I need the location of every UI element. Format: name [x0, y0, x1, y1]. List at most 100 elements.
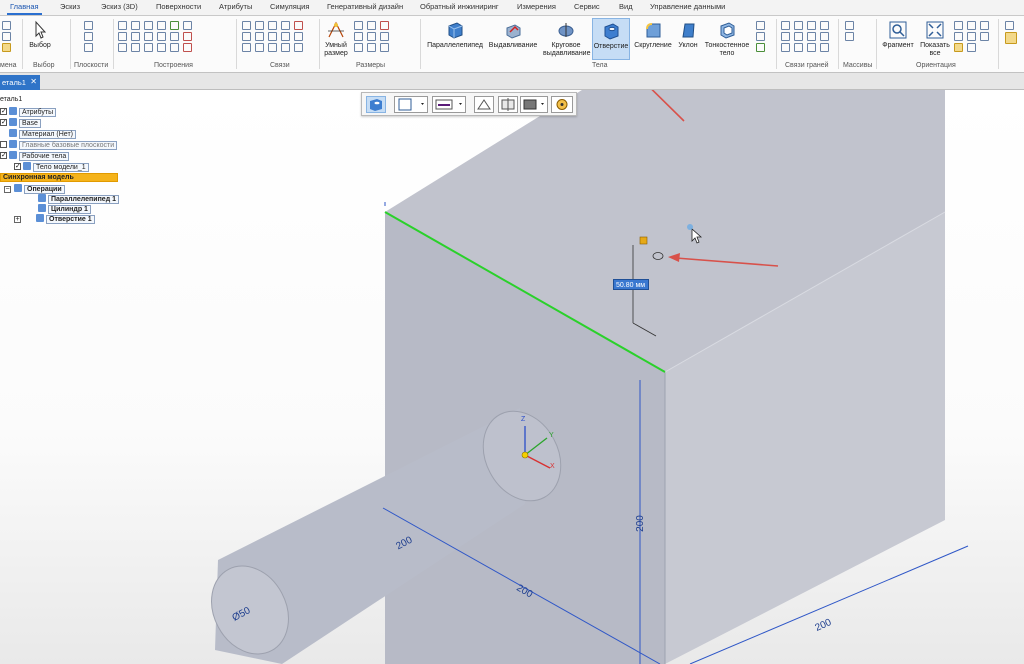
view-front-icon[interactable] [954, 32, 963, 41]
select-button[interactable]: Выбор [26, 20, 54, 50]
face-align-icon[interactable] [781, 43, 790, 52]
face-symmetric-icon[interactable] [820, 21, 829, 30]
plane-offset-icon[interactable] [84, 32, 93, 41]
face-concentric-icon[interactable] [807, 21, 816, 30]
plane-icon[interactable] [84, 21, 93, 30]
face-offset-icon[interactable] [820, 32, 829, 41]
tab-attributes[interactable]: Атрибуты [219, 2, 252, 11]
dimension-linear-icon[interactable] [354, 21, 363, 30]
view-top-icon[interactable] [967, 32, 976, 41]
tree-item-parallelepiped[interactable]: Параллелепипед 1 [38, 194, 119, 204]
parallel-icon[interactable] [255, 21, 264, 30]
sketch-tool-button[interactable] [474, 96, 494, 113]
chamfer-icon[interactable] [131, 43, 140, 52]
smart-dimension-button[interactable]: Умный размер [322, 20, 350, 58]
circle-icon[interactable] [118, 43, 127, 52]
rigid-icon[interactable] [294, 32, 303, 41]
dimension-chain-icon[interactable] [367, 32, 376, 41]
tree-item-sync-model[interactable]: Синхронная модель [0, 173, 118, 183]
concentric-icon[interactable] [268, 32, 277, 41]
rotate-view-icon[interactable] [980, 21, 989, 30]
snap-point-button[interactable] [551, 96, 573, 113]
midpoint-icon[interactable] [268, 43, 277, 52]
zoom-icon[interactable] [954, 21, 963, 30]
tree-root[interactable]: еталь1 [0, 95, 22, 105]
trim-icon[interactable] [157, 21, 166, 30]
copy-icon[interactable] [2, 32, 11, 41]
tab-reverse-engineering[interactable]: Обратный инжиниринг [420, 2, 499, 11]
rectangle-icon[interactable] [118, 32, 127, 41]
plane-selection-dropdown[interactable] [394, 96, 428, 113]
extrude-button[interactable]: Выдавливание [487, 20, 539, 50]
array-mirror-icon[interactable] [845, 32, 854, 41]
tab-surfaces[interactable]: Поверхности [156, 2, 201, 11]
tab-home[interactable]: Главная [7, 2, 42, 15]
scale-icon[interactable] [157, 43, 166, 52]
view-named-icon[interactable] [954, 43, 963, 52]
checkbox[interactable] [0, 141, 7, 148]
model-canvas[interactable] [0, 90, 1024, 664]
expand-toggle[interactable]: + [14, 216, 21, 223]
tab-sketch-3d[interactable]: Эскиз (3D) [101, 2, 138, 11]
coincident-icon[interactable] [255, 32, 264, 41]
body-tool-3-icon[interactable] [756, 43, 765, 52]
bodies-extra-tools[interactable] [754, 20, 776, 53]
display-shade-icon[interactable] [1005, 32, 1017, 44]
face-parallel-icon[interactable] [794, 21, 803, 30]
smart-link-icon[interactable] [294, 43, 303, 52]
arrays-tools[interactable] [843, 20, 873, 42]
tab-sketch[interactable]: Эскиз [60, 2, 80, 11]
checkbox[interactable] [0, 151, 7, 161]
dimension-text-icon[interactable] [380, 21, 389, 30]
checkbox[interactable] [14, 162, 21, 172]
rotate-icon[interactable] [170, 43, 179, 52]
tree-item-attributes[interactable]: Атрибуты [0, 107, 57, 117]
checkbox[interactable] [0, 118, 7, 128]
connect-icon[interactable] [242, 32, 251, 41]
line-icon[interactable] [118, 21, 127, 30]
dimension-angle-icon[interactable] [367, 21, 376, 30]
tree-item-work-bodies[interactable]: Рабочие тела [0, 151, 70, 161]
font-style-icon[interactable] [380, 43, 389, 52]
tree-item-main-planes[interactable]: Главные базовые плоскости [0, 140, 118, 150]
close-icon[interactable]: ✕ [30, 77, 37, 86]
tab-data-management[interactable]: Управление данными [650, 2, 725, 11]
checkbox[interactable] [0, 107, 7, 117]
fix-icon[interactable] [281, 32, 290, 41]
plane-angle-icon[interactable] [84, 43, 93, 52]
face-tangent-icon[interactable] [781, 32, 790, 41]
tree-item-cylinder[interactable]: Цилиндр 1 [38, 204, 91, 214]
body-tool-1-icon[interactable] [756, 21, 765, 30]
horizontal-icon[interactable] [281, 21, 290, 30]
sizes-tools[interactable] [352, 20, 422, 53]
length-icon[interactable] [281, 43, 290, 52]
build-tools[interactable] [116, 20, 226, 53]
dimension-radius-icon[interactable] [354, 32, 363, 41]
paste-icon[interactable] [2, 43, 11, 52]
arc-icon[interactable] [131, 21, 140, 30]
parallelepiped-button[interactable]: Параллелепипед [424, 20, 486, 50]
curve-icon[interactable] [144, 21, 153, 30]
tree-item-base[interactable]: Base [0, 118, 41, 128]
fill-icon[interactable] [183, 21, 192, 30]
face-links-tools[interactable] [779, 20, 839, 53]
hole-dimension-input[interactable]: 50.80 мм [613, 279, 649, 290]
cut-icon[interactable] [2, 21, 11, 30]
body-tool-2-icon[interactable] [756, 32, 765, 41]
hole-options-button[interactable] [366, 96, 386, 113]
fragment-button[interactable]: Фрагмент [879, 20, 917, 50]
dimension-table-icon[interactable] [367, 43, 376, 52]
line-style-dropdown[interactable] [432, 96, 466, 113]
change-tools[interactable] [0, 20, 18, 53]
collinear-icon[interactable] [255, 43, 264, 52]
project-icon[interactable] [170, 21, 179, 30]
draft-button[interactable]: Уклон [675, 20, 701, 50]
convert-icon[interactable] [183, 43, 192, 52]
array-rect-icon[interactable] [845, 21, 854, 30]
equal-icon[interactable] [294, 21, 303, 30]
view-mode-dropdown[interactable] [520, 96, 548, 113]
tab-measurements[interactable]: Измерения [517, 2, 556, 11]
fit-all-button[interactable]: Показать все [918, 20, 952, 58]
revolve-button[interactable]: Круговое выдавливание [543, 20, 590, 58]
orientation-tools[interactable] [952, 20, 996, 53]
